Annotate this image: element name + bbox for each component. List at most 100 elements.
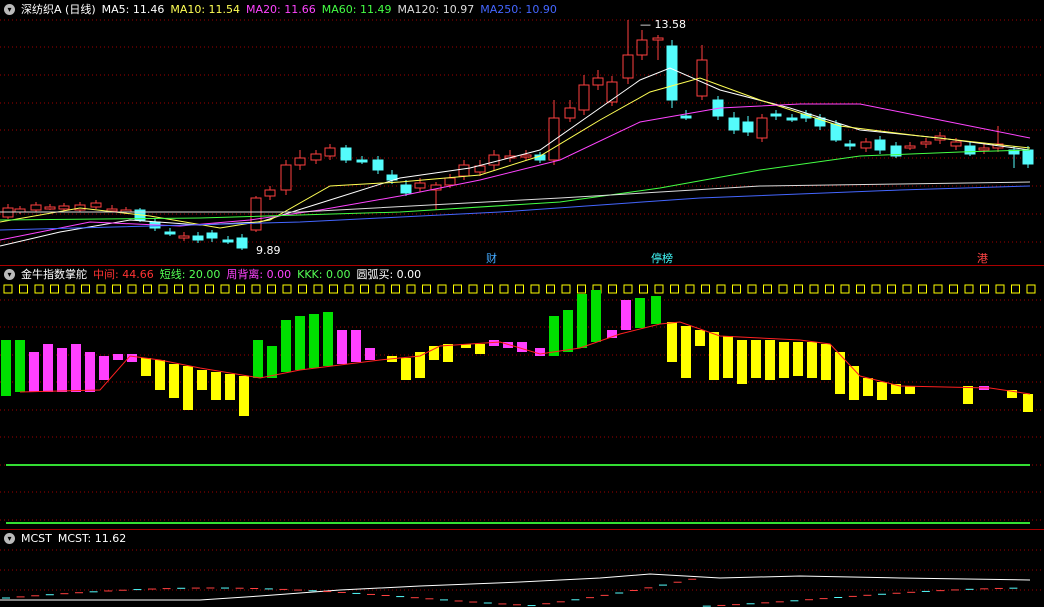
candle-body <box>622 54 634 79</box>
signal-square <box>344 284 354 294</box>
histogram-bar <box>225 374 235 400</box>
histogram-bar <box>681 326 691 378</box>
signal-square <box>329 284 338 294</box>
signal-square <box>716 284 726 294</box>
signal-square <box>96 284 106 294</box>
signal-square <box>484 284 493 294</box>
candle-body <box>206 232 218 239</box>
signal-square <box>127 284 137 294</box>
candle-body <box>340 147 352 161</box>
candle-body <box>488 154 500 166</box>
signal-square <box>468 284 478 294</box>
histogram-bar <box>695 330 705 346</box>
signal-square <box>794 284 803 294</box>
histogram-bar <box>563 310 573 352</box>
candle-body <box>356 159 368 163</box>
candle-body <box>860 141 872 149</box>
histogram-bar <box>793 342 803 376</box>
signal-square <box>1026 284 1036 294</box>
candle-body <box>770 113 782 117</box>
histogram-bar <box>765 340 775 380</box>
candle-body <box>592 77 604 86</box>
histogram-bar <box>43 344 53 392</box>
candle-body <box>30 204 42 211</box>
high-price-label: — 13.58 <box>640 18 686 31</box>
candle-body <box>294 157 306 166</box>
histogram-bar <box>365 348 375 360</box>
signal-square <box>158 284 168 294</box>
signal-square <box>391 284 400 294</box>
histogram-bar <box>113 354 123 360</box>
candle-body <box>58 205 70 210</box>
histogram-bar <box>779 342 789 378</box>
histogram-bar <box>85 352 95 392</box>
candle-body <box>636 39 648 56</box>
signal-square <box>902 284 912 294</box>
candle-body <box>324 147 336 157</box>
histogram-bar <box>183 366 193 410</box>
candle-body <box>400 184 412 194</box>
histogram-bar <box>535 348 545 356</box>
signal-square <box>251 284 261 294</box>
histogram-bar <box>549 316 559 356</box>
histogram-bar <box>337 330 347 364</box>
histogram-bar <box>15 340 25 392</box>
candle-body <box>192 235 204 241</box>
signal-square <box>81 284 90 294</box>
histogram-bar <box>239 376 249 416</box>
signal-square <box>964 284 974 294</box>
histogram-bar <box>849 366 859 400</box>
signal-square <box>267 284 276 294</box>
signal-square <box>19 284 28 294</box>
candle-body <box>666 45 678 101</box>
ma60-line <box>0 149 1031 221</box>
signal-square <box>840 284 850 294</box>
signal-square <box>685 284 695 294</box>
signal-square <box>608 284 617 294</box>
signal-square <box>112 284 121 294</box>
signal-square <box>375 284 385 294</box>
histogram-bar <box>737 340 747 384</box>
signal-square <box>763 284 772 294</box>
histogram-bar <box>1 340 11 396</box>
signal-square <box>949 284 958 294</box>
stock-chart-canvas[interactable]: — 13.58 9.89 <box>0 0 1044 607</box>
mcst-line <box>0 573 1031 601</box>
histogram-bar <box>71 344 81 392</box>
candle-body <box>222 239 234 243</box>
candle-body <box>474 165 486 173</box>
candle-body <box>920 141 932 145</box>
candle-body <box>874 139 886 151</box>
candle-body <box>444 177 456 186</box>
histogram-bar <box>667 322 677 362</box>
ma10-line <box>0 77 1031 229</box>
histogram-bar <box>155 360 165 390</box>
histogram-bar <box>99 356 109 380</box>
signal-square <box>561 284 571 294</box>
signal-square <box>360 284 369 294</box>
signal-square <box>732 284 741 294</box>
histogram-bar <box>401 358 411 380</box>
histogram-bar <box>723 336 733 378</box>
histogram-bar <box>169 364 179 398</box>
candle-body <box>756 117 768 139</box>
candle-body <box>742 121 754 133</box>
signal-square <box>639 284 648 294</box>
candle-body <box>372 159 384 171</box>
signal-square <box>995 284 1005 294</box>
signal-square <box>422 284 431 294</box>
signal-square <box>499 284 509 294</box>
signal-square <box>871 284 881 294</box>
candle-body <box>564 107 576 119</box>
candle-body <box>178 235 190 239</box>
histogram-bar <box>905 386 915 394</box>
histogram-bar <box>475 344 485 354</box>
candle-body <box>520 154 532 158</box>
signal-square <box>918 284 927 294</box>
signal-square <box>143 284 152 294</box>
candle-body <box>414 182 426 189</box>
signal-square <box>406 284 416 294</box>
histogram-bar <box>211 372 221 400</box>
signal-square <box>437 284 447 294</box>
histogram-bar <box>57 348 67 392</box>
